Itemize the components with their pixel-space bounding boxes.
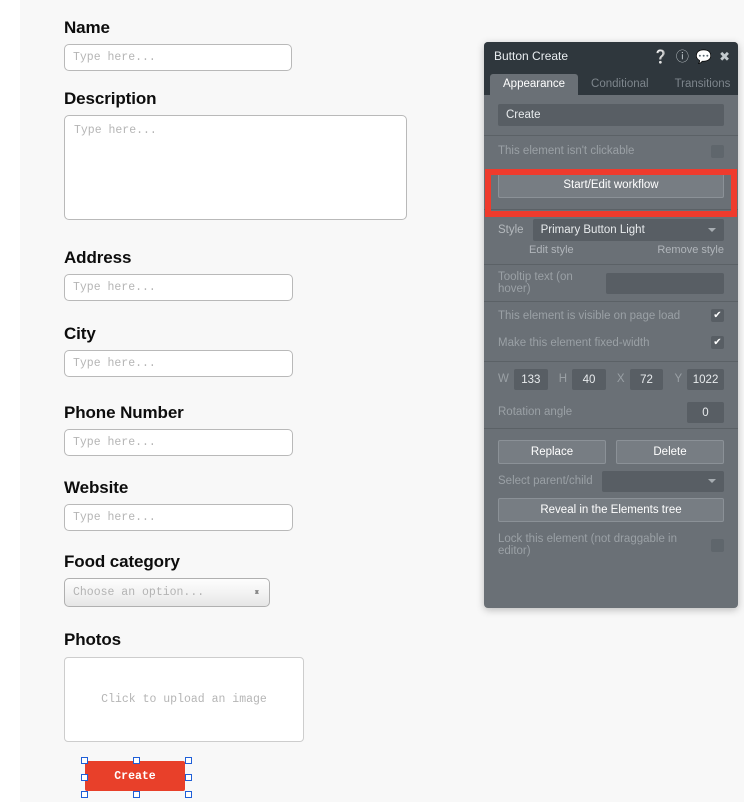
field-label-address: Address	[64, 248, 132, 267]
x-label: X	[616, 373, 625, 385]
panel-tabs: Appearance Conditional Transitions	[484, 70, 738, 95]
height-input[interactable]: 40	[572, 368, 606, 390]
comment-icon[interactable]: 💬	[696, 50, 712, 63]
y-label: Y	[674, 373, 683, 385]
rotation-label: Rotation angle	[498, 406, 573, 418]
tooltip-row: Tooltip text (on hover)	[484, 265, 738, 301]
y-input[interactable]: 1022	[687, 368, 724, 390]
fixed-width-label: Make this element fixed-width	[498, 336, 650, 349]
edit-style-link[interactable]: Edit style	[529, 244, 574, 256]
lock-checkbox[interactable]	[711, 538, 724, 552]
help-icon[interactable]: ❔	[653, 50, 669, 63]
phone-input[interactable]: Type here...	[64, 429, 293, 456]
field-name: Name Type here...	[64, 18, 292, 71]
property-panel: Button Create ❔ ⓘ 💬 ✖ Appearance Conditi…	[484, 42, 738, 608]
parent-child-row: Select parent/child	[484, 464, 738, 498]
resize-handle-nw[interactable]	[81, 757, 88, 764]
field-food-category: Food category Choose an option... ▲ ▼	[64, 552, 270, 607]
resize-handle-se[interactable]	[185, 791, 192, 798]
field-label-phone: Phone Number	[64, 403, 184, 422]
button-text-input[interactable]: Create	[498, 104, 724, 126]
replace-button[interactable]: Replace	[498, 440, 606, 464]
resize-handle-n[interactable]	[133, 757, 140, 764]
style-links-row: Edit style Remove style	[484, 241, 738, 264]
fixed-width-checkbox[interactable]: ✔	[711, 336, 724, 349]
x-input[interactable]: 72	[629, 368, 664, 390]
create-button-selection: Create	[81, 757, 192, 798]
button-text-row: Create	[484, 95, 738, 135]
lock-label: Lock this element (not draggable in edit…	[498, 533, 677, 557]
tab-appearance[interactable]: Appearance	[490, 74, 579, 95]
reveal-in-elements-tree-button[interactable]: Reveal in the Elements tree	[498, 498, 724, 522]
close-icon[interactable]: ✖	[719, 50, 730, 63]
address-input[interactable]: Type here...	[64, 274, 293, 301]
city-input[interactable]: Type here...	[64, 350, 293, 377]
name-input[interactable]: Type here...	[64, 44, 292, 71]
tab-transitions[interactable]: Transitions	[662, 74, 738, 95]
field-website: Website Type here...	[64, 478, 293, 531]
rotation-row: Rotation angle 0	[484, 396, 738, 428]
photo-upload-dropzone[interactable]: Click to upload an image	[64, 657, 304, 742]
field-label-website: Website	[64, 478, 129, 497]
chevron-down-icon	[708, 228, 716, 232]
tab-conditional[interactable]: Conditional	[578, 74, 662, 95]
remove-style-link[interactable]: Remove style	[657, 244, 724, 256]
delete-button[interactable]: Delete	[616, 440, 724, 464]
field-address: Address Type here...	[64, 248, 293, 301]
fixed-width-row: Make this element fixed-width ✔	[484, 329, 738, 356]
description-textarea[interactable]: Type here...	[64, 115, 407, 220]
width-label: W	[498, 373, 509, 385]
field-label-city: City	[64, 324, 96, 343]
not-clickable-label: This element isn't clickable	[498, 145, 635, 157]
width-input[interactable]: 133	[513, 368, 548, 390]
resize-handle-ne[interactable]	[185, 757, 192, 764]
start-edit-workflow-button[interactable]: Start/Edit workflow	[498, 172, 724, 198]
field-photos: Photos Click to upload an image	[64, 630, 304, 742]
chevron-down-icon-2	[708, 479, 716, 483]
field-label-food-category: Food category	[64, 552, 180, 571]
panel-title: Button Create	[494, 49, 569, 63]
website-input[interactable]: Type here...	[64, 504, 293, 531]
style-row: Style Primary Button Light	[484, 210, 738, 241]
resize-handle-w[interactable]	[81, 774, 88, 781]
field-label-description: Description	[64, 89, 157, 108]
height-label: H	[558, 373, 568, 385]
resize-handle-sw[interactable]	[81, 791, 88, 798]
style-select[interactable]: Primary Button Light	[532, 219, 724, 241]
create-button[interactable]: Create	[85, 761, 185, 791]
not-clickable-checkbox[interactable]	[711, 144, 724, 158]
parent-child-label: Select parent/child	[498, 475, 593, 487]
reveal-row: Reveal in the Elements tree	[484, 498, 738, 532]
resize-handle-e[interactable]	[185, 774, 192, 781]
parent-child-select[interactable]	[602, 470, 724, 492]
visible-on-load-checkbox[interactable]: ✔	[711, 309, 724, 322]
style-label: Style	[498, 224, 524, 236]
visible-on-load-row: This element is visible on page load ✔	[484, 302, 738, 329]
panel-header-icons: ❔ ⓘ 💬 ✖	[653, 50, 730, 63]
field-phone: Phone Number Type here...	[64, 403, 293, 456]
resize-handle-s[interactable]	[133, 791, 140, 798]
lock-row: Lock this element (not draggable in edit…	[484, 532, 738, 558]
geometry-row: W 133 H 40 X 72 Y 1022	[484, 362, 738, 396]
not-clickable-row: This element isn't clickable	[484, 136, 738, 166]
rotation-input[interactable]: 0	[687, 401, 724, 423]
food-category-value: Choose an option...	[73, 586, 205, 599]
workflow-row: Start/Edit workflow	[484, 166, 738, 209]
food-category-select[interactable]: Choose an option... ▲ ▼	[64, 578, 270, 607]
panel-body: Create This element isn't clickable Star…	[484, 95, 738, 558]
field-description: Description Type here...	[64, 89, 407, 220]
field-label-name: Name	[64, 18, 110, 37]
field-city: City Type here...	[64, 324, 293, 377]
tooltip-input[interactable]	[606, 272, 724, 294]
replace-delete-row: Replace Delete	[484, 429, 738, 464]
info-icon[interactable]: ⓘ	[676, 50, 689, 63]
tooltip-label: Tooltip text (on hover)	[498, 271, 573, 295]
style-value: Primary Button Light	[540, 224, 645, 236]
field-label-photos: Photos	[64, 630, 122, 649]
panel-header: Button Create ❔ ⓘ 💬 ✖	[484, 42, 738, 70]
visible-on-load-label: This element is visible on page load	[498, 309, 681, 322]
